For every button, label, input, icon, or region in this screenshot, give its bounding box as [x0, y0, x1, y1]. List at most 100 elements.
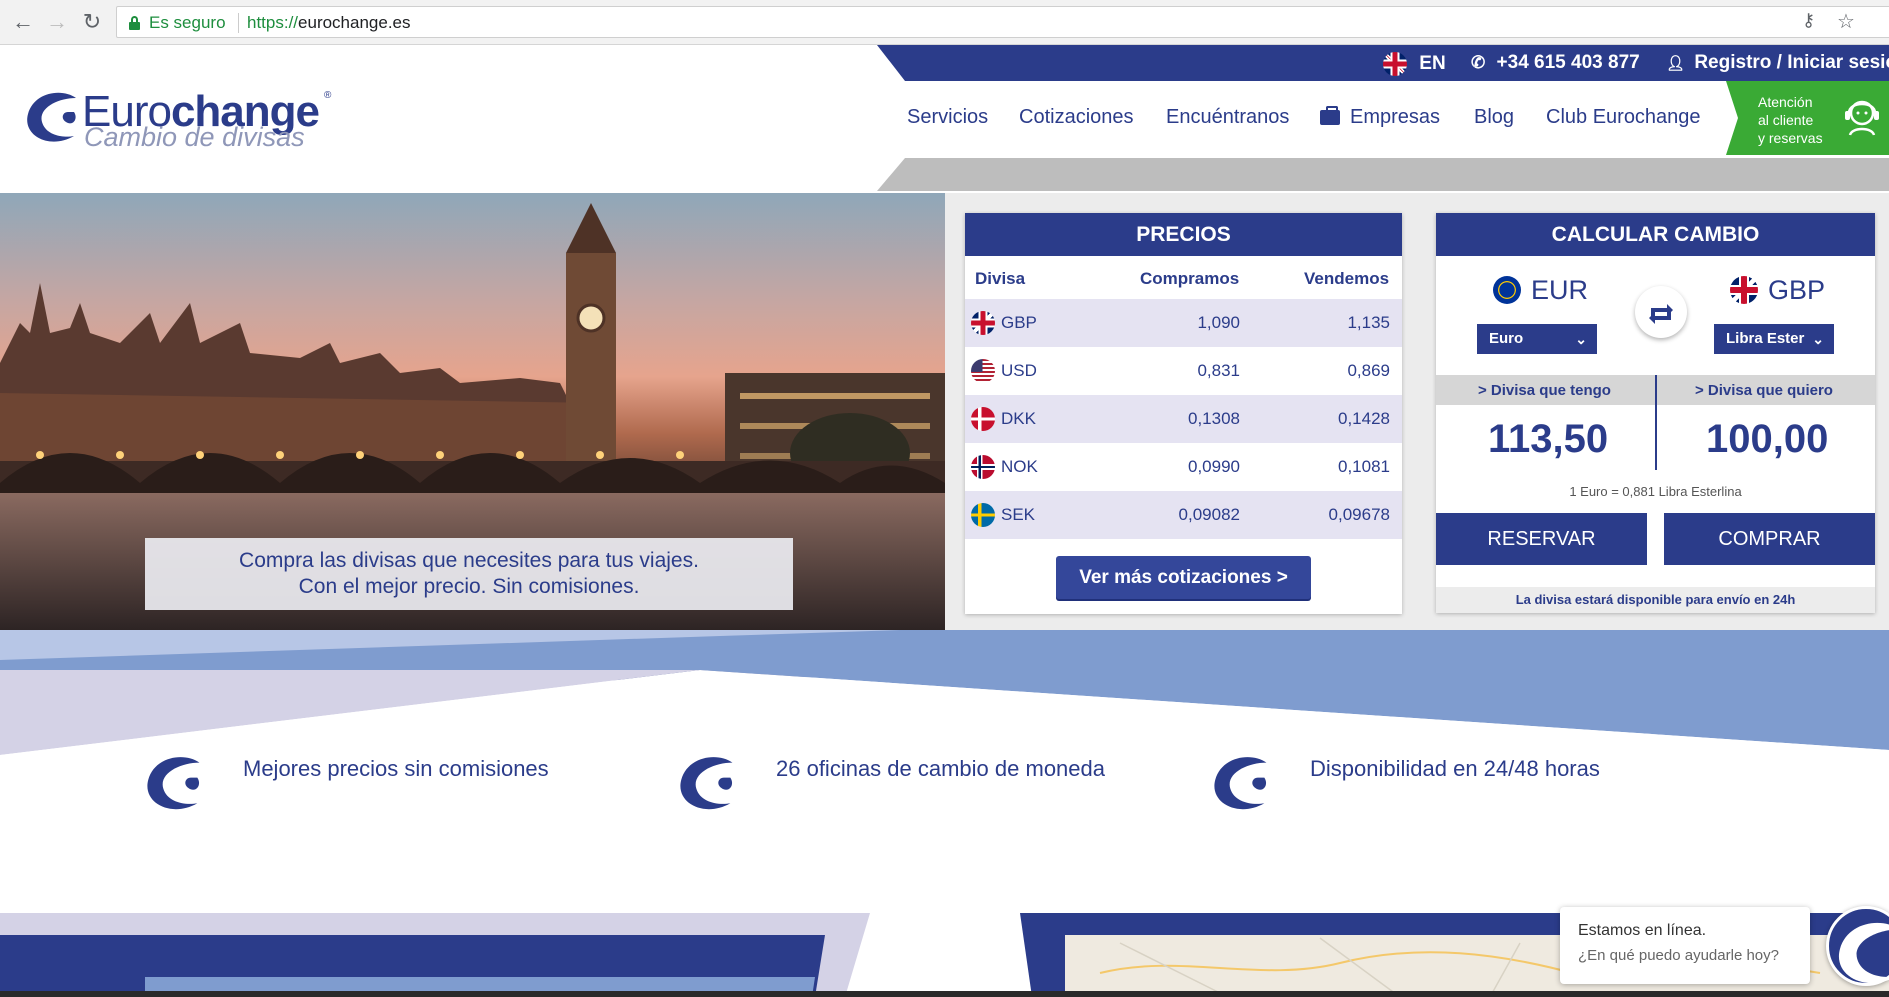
- sell-rate: 0,1081: [1338, 457, 1390, 476]
- col-vendemos: Vendemos: [1304, 269, 1390, 288]
- uk-flag-icon: [971, 311, 995, 335]
- chevron-down-icon: ⌄: [1575, 331, 1587, 347]
- bottom-strip: [0, 991, 1889, 997]
- nav-club[interactable]: Club Eurochange: [1546, 106, 1701, 129]
- col-divisa: Divisa: [975, 269, 1026, 288]
- nav-empresas-label: Empresas: [1350, 106, 1441, 128]
- logo-tagline: Cambio de divisas: [84, 122, 305, 152]
- want-label: > Divisa que quiero: [1695, 382, 1833, 399]
- chat-launcher-button[interactable]: [1826, 906, 1889, 986]
- chevron-down-icon: ⌄: [1808, 324, 1824, 354]
- forward-arrow-icon[interactable]: →: [44, 9, 70, 35]
- denmark-flag-icon: [971, 407, 995, 431]
- price-row-dkk[interactable]: DKK 0,1308 0,1428: [965, 395, 1402, 443]
- swap-arrows-icon: [1649, 304, 1673, 324]
- currency-code: SEK: [1001, 505, 1036, 524]
- login-link[interactable]: 👤︎ Registro / Iniciar sesión: [1666, 52, 1889, 74]
- secure-label: Es seguro: [149, 13, 226, 32]
- to-currency-code: GBP: [1768, 275, 1826, 305]
- phone-link[interactable]: ✆ +34 615 403 877: [1471, 52, 1640, 74]
- sell-rate: 1,135: [1347, 313, 1390, 332]
- exchange-calculator: CALCULAR CAMBIO EUR GBP Euro ⌄ Libra Est…: [1436, 213, 1875, 613]
- assist-line-2: al cliente: [1758, 112, 1814, 128]
- nav-empresas[interactable]: Empresas: [1320, 106, 1440, 129]
- divider: [238, 13, 239, 33]
- live-chat-bubble[interactable]: Estamos en línea. ¿En qué puedo ayudarle…: [1560, 907, 1810, 984]
- chat-title: Estamos en línea.: [1578, 922, 1707, 939]
- address-bar[interactable]: Es seguro https://eurochange.es ⚷ ☆: [116, 6, 1889, 38]
- customer-service-button[interactable]: Atención al cliente y reservas: [1726, 81, 1889, 155]
- price-row-nok[interactable]: NOK 0,0990 0,1081: [965, 443, 1402, 491]
- price-row-sek[interactable]: SEK 0,09082 0,09678: [965, 491, 1402, 539]
- from-currency-code: EUR: [1531, 275, 1589, 305]
- feature-label: Mejores precios sin comisiones: [243, 756, 549, 781]
- eurochange-mark-icon: [680, 757, 733, 810]
- phone-icon: ✆: [1471, 53, 1486, 72]
- calculator-title: CALCULAR CAMBIO: [1436, 213, 1875, 256]
- bookmark-star-icon[interactable]: ☆: [1837, 9, 1855, 34]
- url-scheme: https://: [247, 13, 299, 32]
- price-row-usd[interactable]: USD 0,831 0,869: [965, 347, 1402, 395]
- from-currency-select[interactable]: Euro ⌄: [1477, 324, 1597, 354]
- amount-divider: [1655, 375, 1657, 470]
- prices-header-row: Divisa Compramos Vendemos: [965, 256, 1402, 299]
- key-icon[interactable]: ⚷: [1802, 10, 1815, 31]
- have-amount-input[interactable]: 113,50: [1488, 417, 1608, 462]
- buy-rate: 0,1308: [1188, 409, 1240, 428]
- feature-label: Disponibilidad en 24/48 horas: [1310, 756, 1600, 781]
- decorative-wave: [0, 630, 1889, 770]
- swap-currencies-button[interactable]: [1635, 286, 1687, 338]
- chat-subtitle: ¿En qué puedo ayudarle hoy?: [1578, 947, 1779, 964]
- sell-rate: 0,1428: [1338, 409, 1390, 428]
- uk-flag-icon: [1383, 52, 1407, 76]
- want-amount-input[interactable]: 100,00: [1706, 417, 1828, 462]
- availability-note: La divisa estará disponible para envío e…: [1436, 587, 1875, 613]
- norway-flag-icon: [971, 455, 995, 479]
- logo-mark-icon: [27, 92, 76, 142]
- sell-rate: 0,869: [1347, 361, 1390, 380]
- user-icon: 👤︎: [1666, 55, 1686, 72]
- assist-line-3: y reservas: [1758, 130, 1823, 146]
- exchange-rate-text: 1 Euro = 0,881 Libra Esterlina: [1569, 484, 1742, 499]
- uk-flag-icon: [1730, 275, 1758, 304]
- headset-agent-icon: [1845, 100, 1879, 136]
- hero-caption-line-2: Con el mejor precio. Sin comisiones.: [298, 575, 640, 598]
- to-select-value: Libra Ester: [1726, 330, 1805, 347]
- nav-blog[interactable]: Blog: [1474, 106, 1514, 129]
- from-currency: EUR: [1493, 275, 1588, 306]
- back-arrow-icon[interactable]: ←: [10, 9, 36, 35]
- prices-panel: PRECIOS Divisa Compramos Vendemos GBP 1,…: [965, 213, 1402, 614]
- eurochange-mark-icon: [147, 757, 200, 810]
- buy-rate: 0,831: [1197, 361, 1240, 380]
- header-grey-band: [877, 158, 1889, 191]
- feature-label: 26 oficinas de cambio de moneda: [776, 756, 1105, 781]
- currency-code: NOK: [1001, 457, 1038, 476]
- registered-mark: ®: [324, 90, 332, 101]
- assist-line-1: Atención: [1758, 94, 1813, 110]
- reserve-button[interactable]: RESERVAR: [1436, 513, 1647, 565]
- customer-service-text: Atención al cliente y reservas: [1758, 93, 1823, 147]
- language-label: EN: [1419, 53, 1446, 75]
- briefcase-icon: [1320, 106, 1340, 125]
- to-currency-select[interactable]: Libra Ester ⌄: [1714, 324, 1834, 354]
- eurochange-logo[interactable]: Eurochange ® Cambio de divisas: [24, 87, 344, 152]
- hero-caption-line-1: Compra las divisas que necesites para tu…: [239, 549, 699, 572]
- hero-banner-image: Compra las divisas que necesites para tu…: [0, 193, 945, 630]
- url-text[interactable]: https://eurochange.es: [247, 13, 411, 33]
- nav-cotizaciones[interactable]: Cotizaciones: [1019, 106, 1134, 129]
- buy-rate: 1,090: [1197, 313, 1240, 332]
- eu-flag-icon: [1493, 275, 1521, 304]
- lock-icon: [129, 16, 140, 30]
- to-currency: GBP: [1730, 275, 1825, 306]
- more-quotes-button[interactable]: Ver más cotizaciones >: [1056, 556, 1311, 599]
- language-switch[interactable]: EN: [1383, 52, 1446, 76]
- login-label: Registro / Iniciar sesión: [1694, 52, 1889, 73]
- from-select-value: Euro: [1489, 330, 1524, 347]
- reload-icon[interactable]: ↻: [79, 9, 105, 35]
- nav-encuentranos[interactable]: Encuéntranos: [1166, 106, 1289, 129]
- currency-code: USD: [1001, 361, 1037, 380]
- price-row-gbp[interactable]: GBP 1,090 1,135: [965, 299, 1402, 347]
- nav-servicios[interactable]: Servicios: [907, 106, 988, 129]
- have-label: > Divisa que tengo: [1478, 382, 1611, 399]
- buy-button[interactable]: COMPRAR: [1664, 513, 1875, 565]
